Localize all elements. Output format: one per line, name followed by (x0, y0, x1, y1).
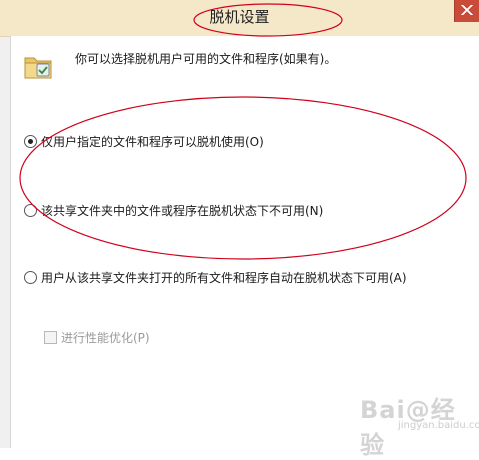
performance-checkbox (44, 331, 57, 344)
performance-option: 进行性能优化(P) (44, 329, 150, 346)
performance-label: 进行性能优化(P) (61, 331, 150, 345)
option-auto-available[interactable]: 用户从该共享文件夹打开的所有文件和程序自动在脱机状态下可用(A) (24, 269, 407, 286)
radio-auto-available[interactable] (24, 271, 37, 284)
intro-text: 你可以选择脱机用户可用的文件和程序(如果有)。 (75, 52, 337, 66)
dialog-window: 脱机设置 你可以选择脱机用户可用的文件和程序(如果有)。 仅用户指定的文件和程序… (0, 0, 479, 459)
radio-not-available[interactable] (24, 204, 37, 217)
dialog-content: 你可以选择脱机用户可用的文件和程序(如果有)。 仅用户指定的文件和程序可以脱机使… (10, 36, 479, 448)
close-button[interactable] (454, 0, 479, 22)
option-not-available[interactable]: 该共享文件夹中的文件或程序在脱机状态下不可用(N) (24, 202, 323, 219)
radio-user-specified[interactable] (24, 135, 37, 148)
option-user-specified[interactable]: 仅用户指定的文件和程序可以脱机使用(O) (24, 133, 264, 150)
offline-folder-icon (24, 57, 52, 79)
option-user-specified-label: 仅用户指定的文件和程序可以脱机使用(O) (41, 135, 264, 149)
title-bar: 脱机设置 (0, 0, 479, 37)
option-auto-available-label: 用户从该共享文件夹打开的所有文件和程序自动在脱机状态下可用(A) (41, 271, 407, 285)
watermark-domain: jingyan.baidu.com (398, 420, 479, 431)
window-title: 脱机设置 (209, 8, 270, 26)
option-not-available-label: 该共享文件夹中的文件或程序在脱机状态下不可用(N) (41, 204, 324, 218)
